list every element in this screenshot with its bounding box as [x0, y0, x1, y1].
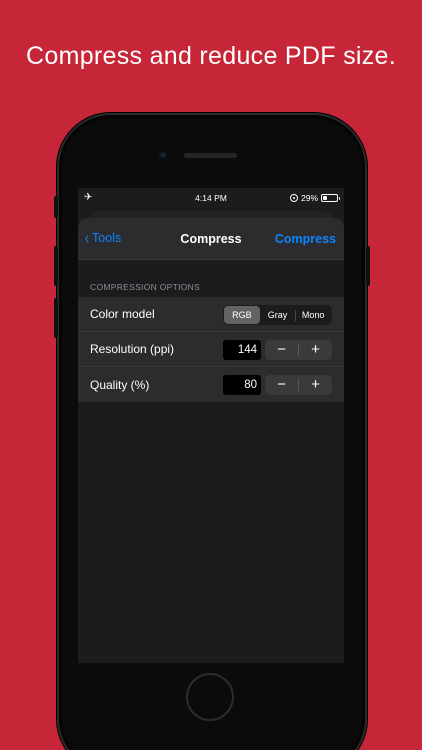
orientation-lock-icon: [289, 194, 298, 202]
resolution-row: Resolution (ppi) 144 − +: [78, 332, 344, 367]
color-model-label: Color model: [90, 307, 155, 321]
mute-switch: [54, 196, 58, 218]
quality-decrement-button[interactable]: −: [265, 375, 298, 395]
volume-up-button: [54, 246, 58, 286]
segment-rgb[interactable]: RGB: [224, 306, 260, 324]
resolution-decrement-button[interactable]: −: [265, 340, 298, 360]
power-button: [366, 246, 370, 286]
resolution-increment-button[interactable]: +: [299, 340, 332, 360]
phone-screen: ✈ 4:14 PM 29% ‹ Tools Compress Compress …: [78, 188, 344, 663]
section-header: COMPRESSION OPTIONS: [90, 282, 201, 292]
resolution-stepper: − +: [265, 340, 332, 360]
status-bar: ✈ 4:14 PM 29%: [78, 188, 344, 208]
quality-value-field[interactable]: 80: [223, 375, 261, 395]
quality-label: Quality (%): [90, 377, 150, 392]
color-model-row: Color model RGB Gray Mono: [78, 297, 344, 332]
color-model-segmented-control: RGB Gray Mono: [223, 305, 332, 325]
status-right: 29%: [289, 193, 340, 203]
quality-row: Quality (%) 80 − +: [78, 367, 344, 402]
quality-increment-button[interactable]: +: [299, 375, 332, 395]
options-list: Color model RGB Gray Mono Resolution (pp…: [78, 297, 344, 402]
battery-icon: [321, 194, 340, 202]
promo-headline: Compress and reduce PDF size.: [26, 42, 396, 70]
battery-percent: 29%: [300, 193, 318, 203]
quality-stepper: − +: [265, 375, 332, 395]
front-camera: [159, 151, 167, 159]
earpiece-speaker: [184, 153, 237, 158]
resolution-label: Resolution (ppi): [90, 342, 175, 356]
resolution-value-field[interactable]: 144: [223, 340, 261, 360]
home-button[interactable]: [186, 673, 234, 721]
segment-mono[interactable]: Mono: [295, 306, 331, 324]
segment-gray[interactable]: Gray: [260, 306, 296, 324]
navigation-bar: ‹ Tools Compress Compress: [78, 218, 344, 260]
compress-sheet: ‹ Tools Compress Compress COMPRESSION OP…: [78, 218, 344, 663]
compress-button[interactable]: Compress: [275, 232, 336, 246]
volume-down-button: [54, 298, 58, 338]
